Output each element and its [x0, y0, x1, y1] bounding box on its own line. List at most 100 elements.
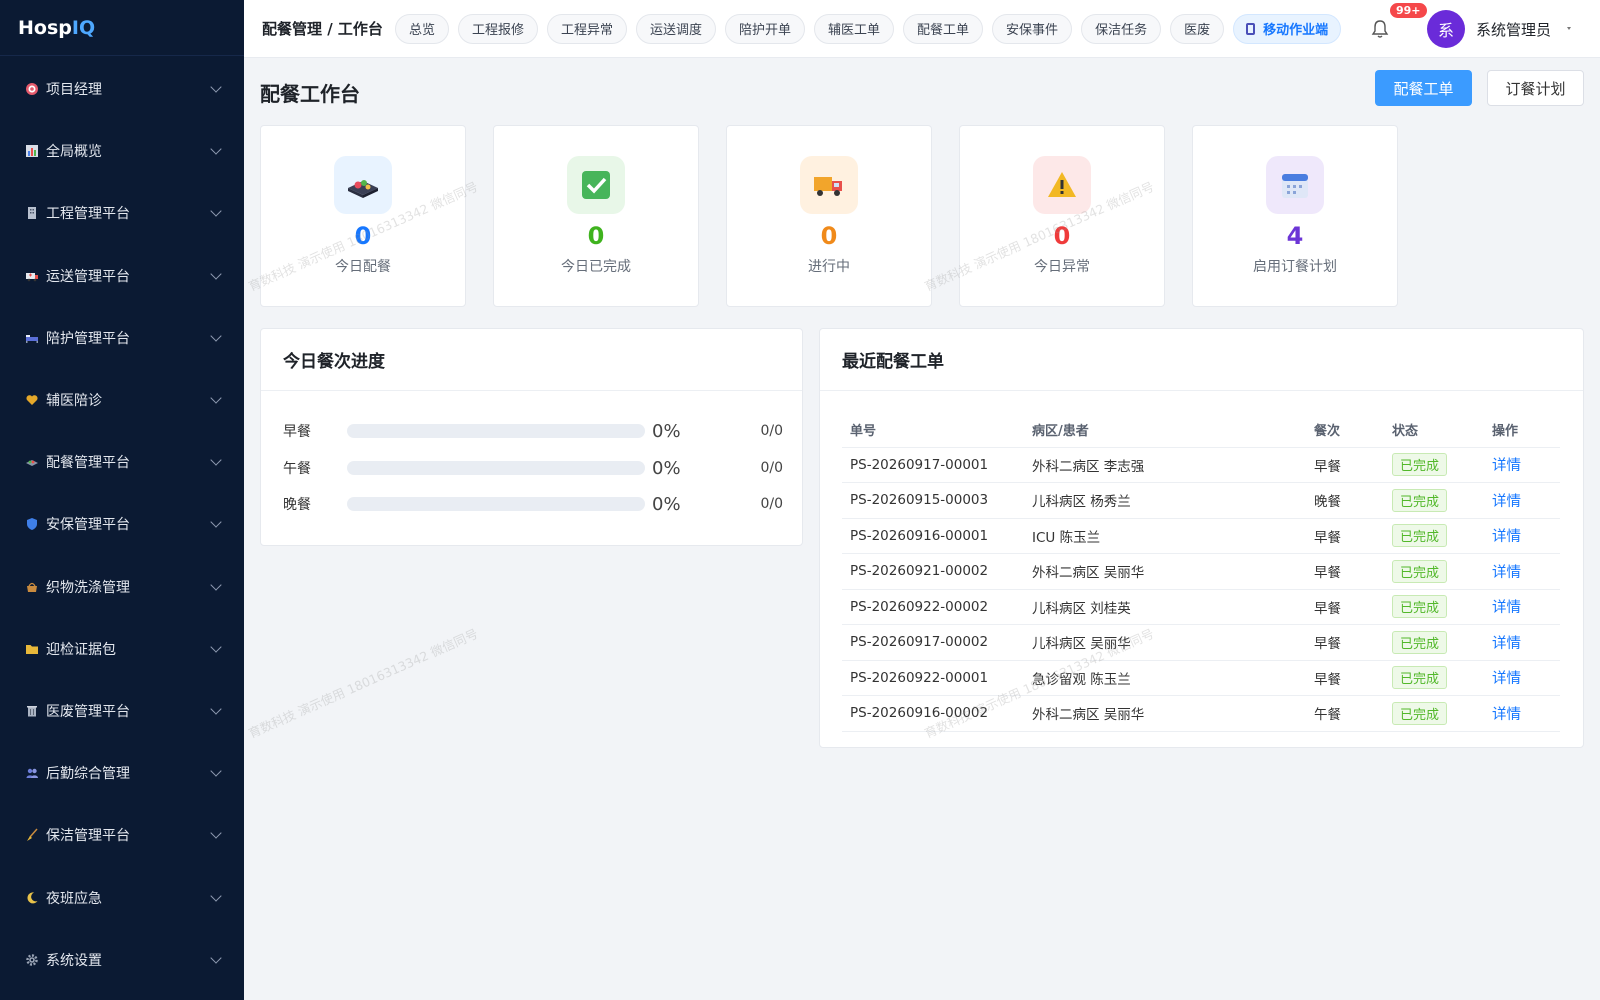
tab-meal-order[interactable]: 配餐工单 — [903, 13, 984, 44]
progress-row-lunch: 午餐 0% 0/0 — [283, 456, 783, 480]
sidebar-item-inspection[interactable]: 迎检证据包 — [0, 618, 244, 680]
sidebar-item-meal[interactable]: 配餐管理平台 — [0, 431, 244, 493]
status-badge: 已完成 — [1392, 559, 1448, 583]
tab-engineering-exception[interactable]: 工程异常 — [546, 13, 627, 44]
order-id: PS-20260921-00002 — [850, 563, 989, 580]
table-cell: 晚餐 — [1306, 482, 1384, 519]
sidebar-menu: 项目经理 全局概览 工程管理平台 运送管理平台 陪护管理平台 辅医陪诊 配餐管理… — [0, 56, 244, 991]
detail-link[interactable]: 详情 — [1492, 565, 1521, 581]
ward-patient: 儿科病区 刘桂英 — [1032, 600, 1131, 617]
user-name[interactable]: 系统管理员 — [1476, 19, 1551, 40]
table-cell: 已完成 — [1384, 447, 1484, 483]
bed-icon — [24, 330, 40, 346]
caret-down-icon[interactable] — [1567, 27, 1571, 30]
sidebar-item-settings[interactable]: 系统设置 — [0, 929, 244, 991]
table-cell: 早餐 — [1306, 447, 1384, 483]
sidebar-item-label: 运送管理平台 — [46, 268, 130, 285]
sidebar-item-label: 项目经理 — [46, 82, 102, 99]
sidebar-item-overview[interactable]: 全局概览 — [0, 120, 244, 182]
tab-transport-dispatch[interactable]: 运送调度 — [635, 13, 716, 44]
sidebar-item-label: 后勤综合管理 — [46, 766, 130, 783]
sidebar-item-label: 安保管理平台 — [46, 517, 130, 534]
tab-escort-order[interactable]: 陪护开单 — [725, 13, 806, 44]
table-cell: ICU 陈玉兰 — [1024, 518, 1306, 554]
quick-tabs: 总览 工程报修 工程异常 运送调度 陪护开单 辅医工单 配餐工单 安保事件 保洁… — [394, 13, 1342, 44]
orders-table: 单号 病区/患者 餐次 状态 操作 PS-20260917-00001 外科二病区… — [842, 413, 1560, 732]
order-id: PS-20260922-00001 — [850, 669, 989, 686]
avatar[interactable]: 系 — [1427, 10, 1465, 48]
tab-cleaning-task[interactable]: 保洁任务 — [1081, 13, 1162, 44]
progress-row-dinner: 晚餐 0% 0/0 — [283, 492, 783, 516]
sidebar-item-cleaning[interactable]: 保洁管理平台 — [0, 804, 244, 866]
status-badge: 已完成 — [1392, 630, 1448, 654]
meal-period: 早餐 — [1314, 458, 1341, 475]
sidebar-item-label: 织物洗涤管理 — [46, 579, 130, 596]
sidebar-item-label: 医废管理平台 — [46, 703, 130, 720]
chevron-down-icon — [210, 205, 222, 218]
stat-card-today-exception: 0 今日异常 — [959, 125, 1165, 307]
table-cell: 详情 — [1484, 553, 1560, 590]
sidebar-item-medical-waste[interactable]: 医废管理平台 — [0, 680, 244, 742]
detail-link[interactable]: 详情 — [1492, 600, 1521, 616]
progress-percent: 0% — [652, 457, 681, 479]
chevron-down-icon — [210, 952, 222, 964]
tab-security-event[interactable]: 安保事件 — [992, 13, 1073, 44]
detail-link[interactable]: 详情 — [1492, 707, 1521, 723]
meal-period: 早餐 — [1314, 565, 1341, 582]
ambulance-icon — [24, 268, 40, 284]
tab-medical-waste[interactable]: 医废 — [1170, 13, 1225, 44]
bell-icon — [1371, 20, 1389, 38]
detail-link[interactable]: 详情 — [1492, 494, 1521, 510]
sidebar-item-security[interactable]: 安保管理平台 — [0, 493, 244, 555]
table-cell: 已完成 — [1384, 660, 1484, 696]
sidebar-item-label: 工程管理平台 — [46, 206, 130, 223]
table-cell: 午餐 — [1306, 695, 1384, 732]
tab-mobile-workbench[interactable]: 移动作业端 — [1233, 13, 1342, 44]
meal-order-button[interactable]: 配餐工单 — [1375, 70, 1472, 106]
tab-engineering-repair[interactable]: 工程报修 — [457, 13, 538, 44]
table-cell: 已完成 — [1384, 624, 1484, 661]
table-cell: 已完成 — [1384, 695, 1484, 732]
notification-badge: 99+ — [1390, 3, 1427, 18]
order-id: PS-20260916-00001 — [850, 527, 989, 544]
top-header: 配餐管理 / 工作台 总览 工程报修 工程异常 运送调度 陪护开单 辅医工单 配… — [244, 0, 1600, 58]
sidebar-item-label: 配餐管理平台 — [46, 455, 130, 472]
sidebar-item-night-shift[interactable]: 夜班应急 — [0, 866, 244, 928]
tab-assist-order[interactable]: 辅医工单 — [814, 13, 895, 44]
mobile-tab-label: 移动作业端 — [1263, 23, 1329, 38]
sidebar-item-transport[interactable]: 运送管理平台 — [0, 245, 244, 307]
sidebar-item-escort[interactable]: 陪护管理平台 — [0, 307, 244, 369]
page-title: 配餐工作台 — [260, 82, 360, 106]
detail-link[interactable]: 详情 — [1492, 671, 1521, 687]
order-id: PS-20260917-00002 — [850, 634, 989, 651]
shield-icon — [24, 516, 40, 532]
tab-overview[interactable]: 总览 — [394, 13, 449, 44]
table-cell: 早餐 — [1306, 553, 1384, 590]
table-cell: PS-20260922-00002 — [842, 589, 1024, 625]
sidebar-item-medical-assist[interactable]: 辅医陪诊 — [0, 369, 244, 431]
sidebar-item-logistics[interactable]: 后勤综合管理 — [0, 742, 244, 804]
detail-link[interactable]: 详情 — [1492, 458, 1521, 474]
table-cell: PS-20260916-00002 — [842, 695, 1024, 732]
main-content: 配餐工作台 配餐工单 订餐计划 0 今日配餐 0 今日已完成 0 进行中 0 今… — [244, 58, 1600, 1000]
truck-icon — [800, 156, 858, 214]
sidebar-item-engineering[interactable]: 工程管理平台 — [0, 182, 244, 244]
detail-link[interactable]: 详情 — [1492, 636, 1521, 652]
sidebar-item-laundry[interactable]: 织物洗涤管理 — [0, 556, 244, 618]
brand-logo[interactable]: Hosp IQ — [0, 0, 244, 56]
ward-patient: ICU 陈玉兰 — [1032, 529, 1101, 546]
detail-link[interactable]: 详情 — [1492, 529, 1521, 545]
progress-bar — [347, 497, 645, 511]
column-header-status: 状态 — [1384, 413, 1484, 448]
status-badge: 已完成 — [1392, 595, 1448, 619]
sidebar-item-label: 全局概览 — [46, 144, 102, 161]
notification-bell[interactable] — [1370, 18, 1390, 40]
order-id: PS-20260917-00001 — [850, 456, 989, 473]
sidebar-item-project-manager[interactable]: 项目经理 — [0, 58, 244, 120]
chevron-down-icon — [210, 765, 222, 777]
stat-card-active-plans: 4 启用订餐计划 — [1192, 125, 1398, 307]
meal-plan-button[interactable]: 订餐计划 — [1487, 70, 1584, 106]
warning-icon — [1033, 156, 1091, 214]
sidebar-item-label: 辅医陪诊 — [46, 393, 102, 410]
stat-value: 0 — [820, 222, 838, 250]
